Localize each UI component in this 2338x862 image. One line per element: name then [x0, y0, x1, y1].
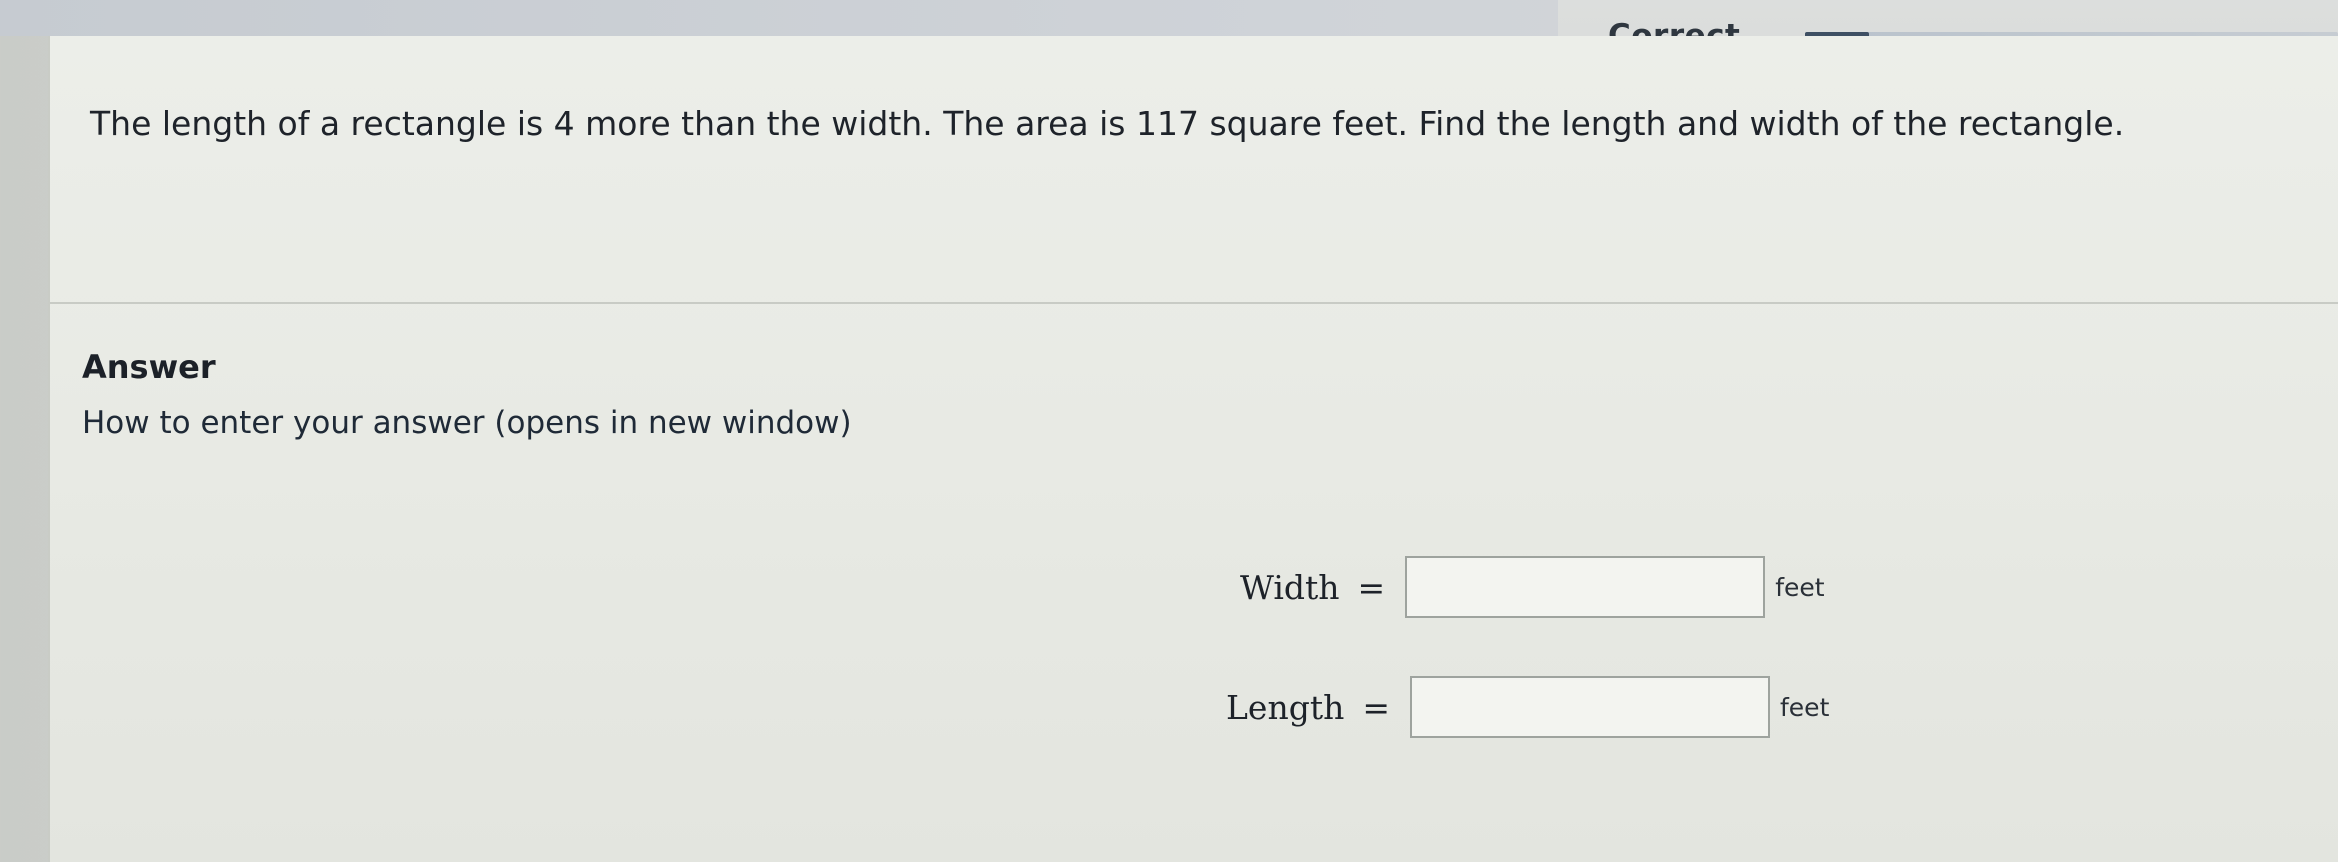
answer-heading: Answer [82, 348, 216, 386]
width-equals-sign: = [1357, 567, 1386, 607]
length-label: Length [1226, 687, 1345, 727]
width-label: Width [1240, 567, 1340, 607]
length-unit: feet [1780, 692, 1830, 722]
section-divider [50, 302, 2338, 304]
length-answer-row: Length = feet [1226, 676, 1829, 738]
how-to-enter-answer-link[interactable]: How to enter your answer (opens in new w… [82, 405, 852, 441]
length-input[interactable] [1410, 676, 1770, 738]
length-equals-sign: = [1362, 687, 1390, 727]
question-card [48, 36, 2338, 862]
width-unit: feet [1775, 572, 1825, 602]
width-answer-row: Width = feet [1240, 556, 1825, 618]
question-text: The length of a rectangle is 4 more than… [90, 104, 2125, 143]
width-input[interactable] [1405, 556, 1766, 618]
